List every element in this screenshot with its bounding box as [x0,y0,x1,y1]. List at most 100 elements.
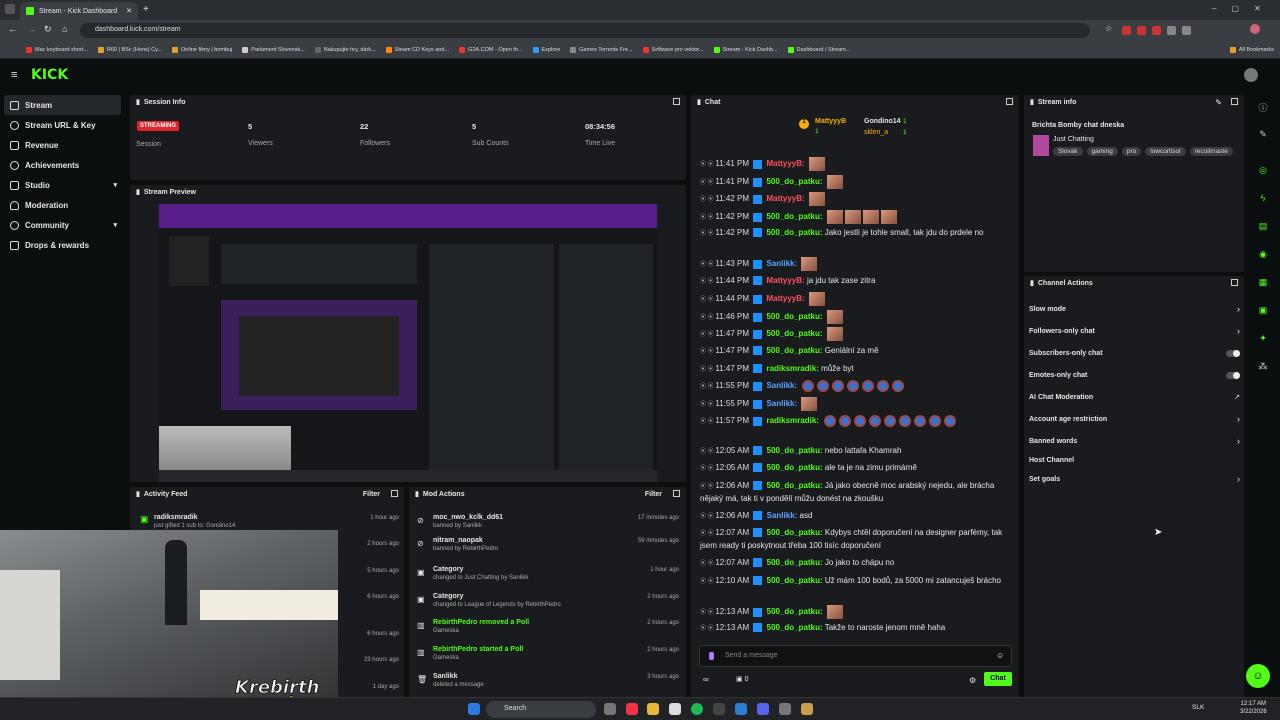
preview-video[interactable] [159,204,657,482]
chat-username[interactable]: MattyyyB: [766,194,804,203]
file-explorer-icon[interactable] [647,703,659,715]
profile-avatar-icon[interactable] [1250,24,1260,34]
sidebar-item-achievements[interactable]: Achievements [0,155,125,175]
bookmark-item[interactable]: Mac keyboard short... [26,46,88,53]
mod-action-icon[interactable]: ⦿ ⦿ [700,332,715,338]
chat-message[interactable]: ⦿ ⦿ 11:41 PM MattyyyB: [700,157,1015,171]
game-icon[interactable] [801,703,813,715]
sidebar-item-studio[interactable]: Studio ▾ [0,175,125,195]
clock[interactable]: 12:17 AM 3/22/2026 [1240,700,1267,716]
sidebar-item-community[interactable]: Community ▾ [0,215,125,235]
chat-username[interactable]: Sanlikk: [766,381,797,390]
sidebar-item-stream-url-key[interactable]: Stream URL & Key [0,115,125,135]
chat-bubble-icon[interactable]: ◉ [1257,249,1269,261]
chat-message[interactable]: ⦿ ⦿ 12:13 AM 500_do_patku: Takže to naro… [700,622,1015,635]
mod-action-icon[interactable]: ⦿ ⦿ [700,466,715,472]
emotes-only-row[interactable]: Emotes-only chat [1029,369,1244,381]
mod-action-icon[interactable]: ⦿ ⦿ [700,162,715,168]
language-indicator[interactable]: SLK [1192,704,1204,711]
chat-username[interactable]: 500_do_patku: [767,576,823,585]
mod-action-icon[interactable]: ⦿ ⦿ [700,484,715,490]
chat-message[interactable]: ⦿ ⦿ 11:55 PM Sanlikk: [700,380,1015,393]
task-view-icon[interactable] [604,703,616,715]
host-channel-row[interactable]: Host Channel [1029,454,1244,466]
obs-icon[interactable] [713,703,725,715]
target-icon[interactable]: ◎ [1257,165,1269,177]
chat-username[interactable]: MattyyyB: [766,276,804,285]
sidebar-item-revenue[interactable]: Revenue [0,135,125,155]
banned-words-row[interactable]: Banned words › [1029,435,1244,447]
chat-message[interactable]: ⦿ ⦿ 11:43 PM Sanlikk: [700,257,1015,271]
mod-action-icon[interactable]: ⦿ ⦿ [700,561,715,567]
mod-action-icon[interactable]: ⦿ ⦿ [700,579,715,585]
forward-icon[interactable]: → [27,24,36,34]
bookmark-item[interactable]: G2A.COM - Open th... [459,46,523,53]
close-tab-icon[interactable]: ✕ [126,7,132,15]
discord-icon[interactable] [757,703,769,715]
bookmark-item[interactable]: R60 | BSc (Hons) Cy... [97,46,162,53]
chat-username[interactable]: 500_do_patku: [766,346,822,355]
chat-input[interactable]: Send a message [699,645,1012,667]
chat-username[interactable]: Sanlikk: [767,511,798,520]
chat-username[interactable]: 500_do_patku: [767,558,823,567]
mod-action-icon[interactable]: ⦿ ⦿ [700,180,715,186]
chat-message[interactable]: ⦿ ⦿ 12:05 AM 500_do_patku: nebo lattafa … [700,445,1015,458]
edit-icon[interactable]: ✎ [1215,98,1222,107]
list-item[interactable]: nitram_naopak banned by RebirthPedro [433,537,498,552]
grid-icon[interactable]: ▦ [1257,277,1269,289]
url-field[interactable]: dashboard.kick.com/stream [80,23,1090,38]
chat-username[interactable]: Sanlikk: [766,259,797,268]
chat-message[interactable]: ⦿ ⦿ 11:55 PM Sanlikk: [700,397,1015,411]
home-icon[interactable]: ⌂ [62,24,67,34]
pencil-icon[interactable]: ✎ [1257,129,1269,141]
list-item[interactable]: RebirthPedro removed a Poll Gameska [433,619,529,634]
kick-logo[interactable]: KICK [31,67,68,83]
mod-action-icon[interactable]: ⦿ ⦿ [700,384,715,390]
sidebar-item-stream[interactable]: Stream [4,95,121,115]
chrome-icon[interactable] [626,703,638,715]
mod-action-icon[interactable]: ⦿ ⦿ [700,531,715,537]
new-tab-icon[interactable]: + [143,4,149,15]
toggle-switch[interactable] [1226,349,1240,357]
menu-icon[interactable]: ≡ [11,69,17,81]
chat-username[interactable]: radiksmradik: [766,364,818,373]
chat-username[interactable]: 500_do_patku: [767,607,823,616]
mod-action-icon[interactable]: ⦿ ⦿ [700,231,715,237]
chat-message[interactable]: ⦿ ⦿ 11:47 PM radiksmradik: může byt [700,363,1015,376]
help-chat-button[interactable]: ☺ [1246,664,1270,688]
wrench-icon[interactable]: ✦ [1257,333,1269,345]
chat-message[interactable]: ⦿ ⦿ 12:06 AM Sanlikk: asd [700,510,1015,523]
list-item[interactable]: Category changed to League of Legends by … [433,593,561,608]
toggle-switch[interactable] [1226,371,1240,379]
bookmark-item[interactable]: Parlament Slovensk... [242,46,305,53]
mod-action-icon[interactable]: ⦿ ⦿ [700,626,715,632]
store-icon[interactable] [735,703,747,715]
mod-action-icon[interactable]: ⦿ ⦿ [700,419,715,425]
extensions-area[interactable] [1122,26,1212,35]
popout-icon[interactable] [391,490,398,497]
chat-message[interactable]: ⦿ ⦿ 11:57 PM radiksmradik: [700,415,1015,428]
tab-actions-icon[interactable] [5,4,15,14]
chatgpt-icon[interactable] [669,703,681,715]
chat-message[interactable]: ⦿ ⦿ 11:47 PM 500_do_patku: Geniální za m… [700,345,1015,358]
window-controls[interactable]: –▢✕ [1212,4,1276,13]
document-icon[interactable]: ▤ [1257,221,1269,233]
chat-message[interactable]: ⦿ ⦿ 12:05 AM 500_do_patku: ale ta je na … [700,462,1015,475]
bookmark-item[interactable]: Steam CD Keys and... [385,46,449,53]
mod-action-icon[interactable]: ⦿ ⦿ [700,297,715,303]
set-goals-row[interactable]: Set goals › [1029,473,1244,485]
chat-username[interactable]: MattyyyB: [766,159,804,168]
sidebar-item-moderation[interactable]: Moderation [0,195,125,215]
mod-action-icon[interactable]: ⦿ ⦿ [700,315,715,321]
chat-message[interactable]: ⦿ ⦿ 12:06 AM 500_do_patku: Já jako obecn… [700,480,1015,505]
bookmark-item[interactable]: Online filmy | bombuj [172,46,232,53]
bookmark-item[interactable]: Stream - Kick Dashb... [713,46,778,53]
mod-action-icon[interactable]: ⦿ ⦿ [700,610,715,616]
mod-action-icon[interactable]: ⦿ ⦿ [700,449,715,455]
chat-message[interactable]: ⦿ ⦿ 11:46 PM 500_do_patku: [700,310,1015,324]
back-icon[interactable]: ← [8,24,17,34]
filter-button[interactable]: Filter [363,491,380,498]
chat-username[interactable]: 500_do_patku: [766,312,822,321]
popout-icon[interactable] [1231,98,1238,105]
slow-mode-row[interactable]: Slow mode › [1029,303,1244,315]
